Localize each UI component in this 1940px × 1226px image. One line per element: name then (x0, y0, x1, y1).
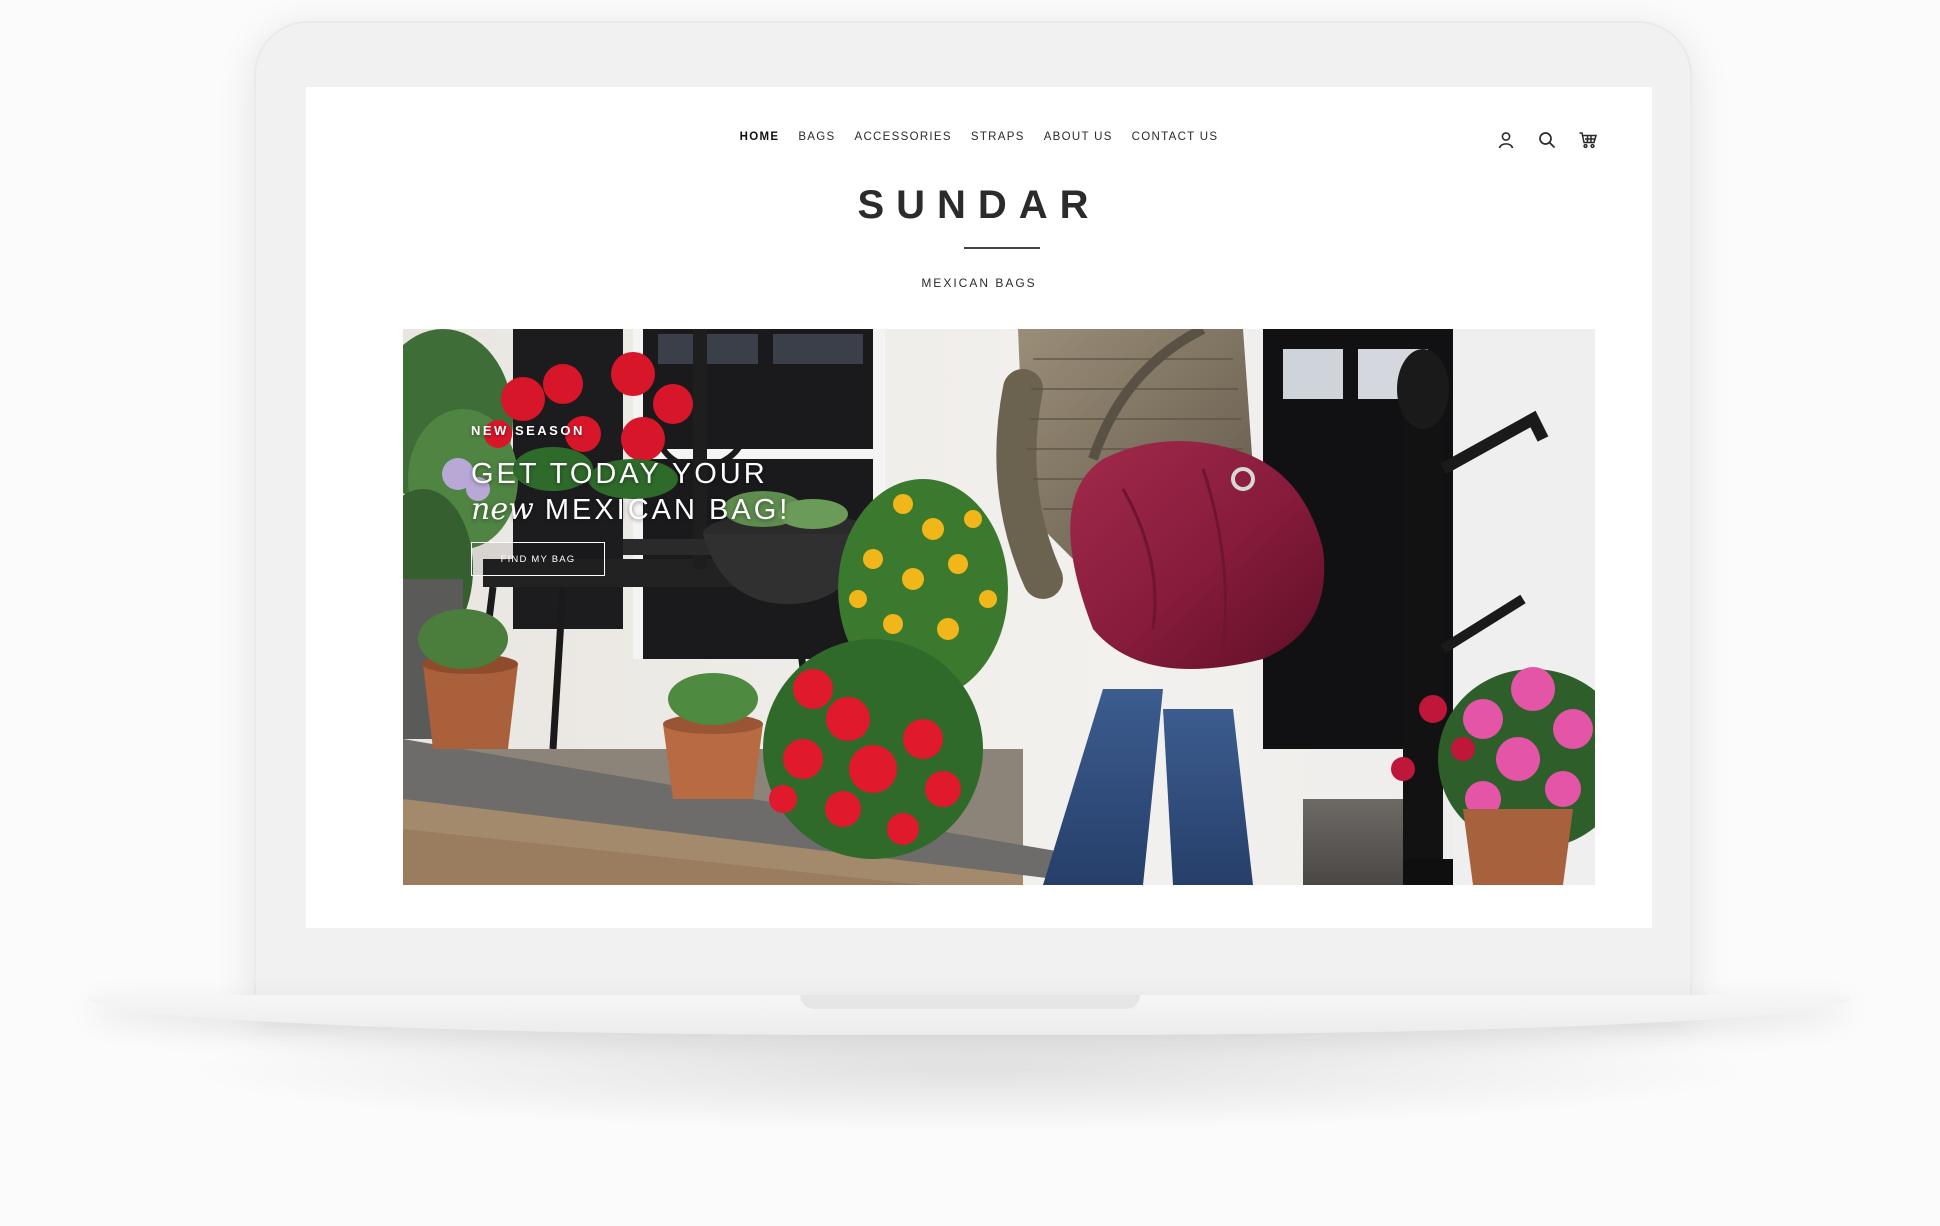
hero-banner: NEW SEASON GET TODAY YOUR new MEXICAN BA… (403, 329, 1595, 885)
brand-logo[interactable]: SUNDAR (306, 183, 1652, 228)
logo-divider (964, 247, 1040, 249)
nav-contact-us[interactable]: CONTACT US (1132, 131, 1219, 143)
hero-headline: GET TODAY YOUR new MEXICAN BAG! (471, 456, 790, 528)
laptop-notch (800, 995, 1140, 1009)
nav-about-us[interactable]: ABOUT US (1044, 131, 1113, 143)
nav-accessories[interactable]: ACCESSORIES (854, 131, 951, 143)
hero-image (403, 329, 1595, 885)
nav-home[interactable]: HOME (740, 131, 780, 143)
hero-text: NEW SEASON GET TODAY YOUR new MEXICAN BA… (471, 423, 790, 576)
account-icon[interactable] (1496, 130, 1516, 150)
nav-straps[interactable]: STRAPS (971, 131, 1025, 143)
website-screen: HOME BAGS ACCESSORIES STRAPS ABOUT US CO… (306, 87, 1652, 928)
hero-eyebrow: NEW SEASON (471, 423, 585, 438)
hero-headline-rest: MEXICAN BAG! (544, 494, 791, 526)
main-navigation: HOME BAGS ACCESSORIES STRAPS ABOUT US CO… (306, 131, 1652, 143)
nav-bags[interactable]: BAGS (798, 131, 835, 143)
hero-headline-line1: GET TODAY YOUR (471, 458, 768, 490)
brand-tagline: MEXICAN BAGS (921, 276, 1037, 290)
cart-icon[interactable] (1578, 130, 1598, 150)
hero-headline-script: new (471, 492, 534, 527)
search-icon[interactable] (1537, 130, 1557, 150)
header-icons (1496, 130, 1598, 150)
hero-headline-line2: new MEXICAN BAG! (471, 492, 790, 528)
find-my-bag-button[interactable]: FIND MY BAG (471, 542, 605, 576)
